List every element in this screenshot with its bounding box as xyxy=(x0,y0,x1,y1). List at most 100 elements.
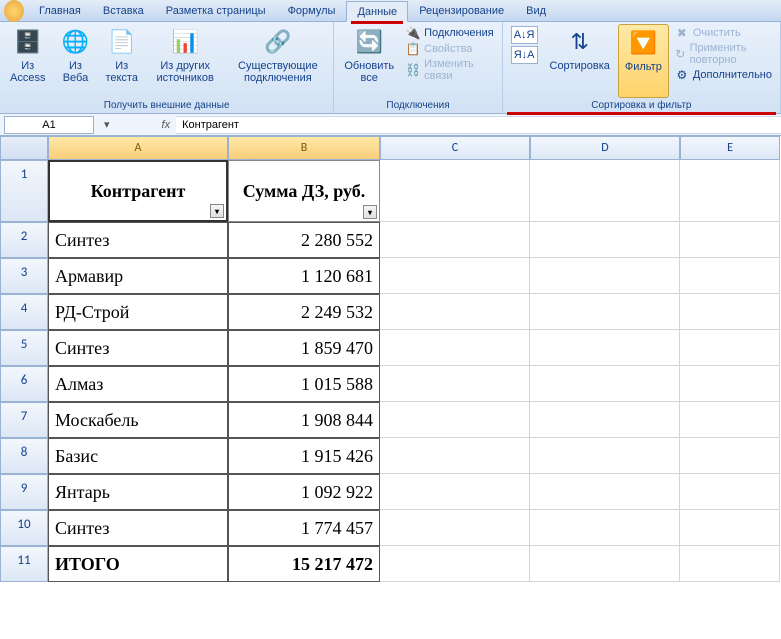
cell-b10[interactable]: 1 774 457 xyxy=(228,510,380,546)
connections-button[interactable]: 🔌Подключения xyxy=(406,26,494,40)
tab-pagelayout[interactable]: Разметка страницы xyxy=(155,0,277,21)
cell-e5[interactable] xyxy=(680,330,780,366)
cell-b4[interactable]: 2 249 532 xyxy=(228,294,380,330)
cell-d5[interactable] xyxy=(530,330,680,366)
cell-a5[interactable]: Синтез xyxy=(48,330,228,366)
office-button[interactable] xyxy=(4,0,24,22)
cell-b3[interactable]: 1 120 681 xyxy=(228,258,380,294)
row-head-9[interactable]: 9 xyxy=(0,474,48,510)
cell-e2[interactable] xyxy=(680,222,780,258)
row-head-10[interactable]: 10 xyxy=(0,510,48,546)
cell-e6[interactable] xyxy=(680,366,780,402)
cell-a8[interactable]: Базис xyxy=(48,438,228,474)
row-head-3[interactable]: 3 xyxy=(0,258,48,294)
col-head-c[interactable]: C xyxy=(380,136,530,160)
filter-button[interactable]: 🔽Фильтр xyxy=(618,24,669,98)
tab-view[interactable]: Вид xyxy=(515,0,557,21)
cell-d6[interactable] xyxy=(530,366,680,402)
filter-toggle-b[interactable]: ▾ xyxy=(363,205,377,219)
cell-d1[interactable] xyxy=(530,160,680,222)
cell-d8[interactable] xyxy=(530,438,680,474)
cell-b2[interactable]: 2 280 552 xyxy=(228,222,380,258)
cell-e11[interactable] xyxy=(680,546,780,582)
cell-e1[interactable] xyxy=(680,160,780,222)
cell-a10[interactable]: Синтез xyxy=(48,510,228,546)
cell-d2[interactable] xyxy=(530,222,680,258)
cell-e3[interactable] xyxy=(680,258,780,294)
cell-d10[interactable] xyxy=(530,510,680,546)
cell-d3[interactable] xyxy=(530,258,680,294)
col-head-b[interactable]: B xyxy=(228,136,380,160)
tab-data[interactable]: Данные xyxy=(346,1,408,22)
row-head-8[interactable]: 8 xyxy=(0,438,48,474)
advanced-filter-button[interactable]: ⚙Дополнительно xyxy=(675,68,772,82)
row-head-4[interactable]: 4 xyxy=(0,294,48,330)
cell-c9[interactable] xyxy=(380,474,530,510)
cell-b11[interactable]: 15 217 472 xyxy=(228,546,380,582)
formula-input[interactable]: Контрагент xyxy=(176,116,781,134)
col-head-d[interactable]: D xyxy=(530,136,680,160)
cell-c6[interactable] xyxy=(380,366,530,402)
cell-e8[interactable] xyxy=(680,438,780,474)
cell-e4[interactable] xyxy=(680,294,780,330)
cell-e7[interactable] xyxy=(680,402,780,438)
from-text-button[interactable]: 📄Из текста xyxy=(99,24,144,98)
filter-toggle-a[interactable]: ▾ xyxy=(210,204,224,218)
row-head-2[interactable]: 2 xyxy=(0,222,48,258)
row-head-1[interactable]: 1 xyxy=(0,160,48,222)
from-other-button[interactable]: 📊Из других источников xyxy=(146,24,224,98)
cell-d9[interactable] xyxy=(530,474,680,510)
select-all-box[interactable] xyxy=(0,136,48,160)
col-head-e[interactable]: E xyxy=(680,136,780,160)
cell-a2[interactable]: Синтез xyxy=(48,222,228,258)
cell-b7[interactable]: 1 908 844 xyxy=(228,402,380,438)
cell-c3[interactable] xyxy=(380,258,530,294)
cell-a7[interactable]: Москабель xyxy=(48,402,228,438)
cell-c10[interactable] xyxy=(380,510,530,546)
cell-c4[interactable] xyxy=(380,294,530,330)
name-box[interactable]: A1 xyxy=(4,116,94,134)
row-head-7[interactable]: 7 xyxy=(0,402,48,438)
cell-e9[interactable] xyxy=(680,474,780,510)
row-head-6[interactable]: 6 xyxy=(0,366,48,402)
col-head-a[interactable]: A xyxy=(48,136,228,160)
cell-c11[interactable] xyxy=(380,546,530,582)
existing-connections-button[interactable]: 🔗Существующие подключения xyxy=(226,24,329,98)
tab-home[interactable]: Главная xyxy=(28,0,92,21)
cell-a4[interactable]: РД-Строй xyxy=(48,294,228,330)
name-box-dropdown[interactable]: ▾ xyxy=(98,118,116,131)
tab-review[interactable]: Рецензирование xyxy=(408,0,515,21)
cell-d4[interactable] xyxy=(530,294,680,330)
cell-d7[interactable] xyxy=(530,402,680,438)
row-head-11[interactable]: 11 xyxy=(0,546,48,582)
cell-d11[interactable] xyxy=(530,546,680,582)
cell-a11[interactable]: ИТОГО xyxy=(48,546,228,582)
row-head-5[interactable]: 5 xyxy=(0,330,48,366)
cell-b5[interactable]: 1 859 470 xyxy=(228,330,380,366)
cell-c7[interactable] xyxy=(380,402,530,438)
cell-c2[interactable] xyxy=(380,222,530,258)
cell-b9[interactable]: 1 092 922 xyxy=(228,474,380,510)
cell-a6[interactable]: Алмаз xyxy=(48,366,228,402)
cell-a9[interactable]: Янтарь xyxy=(48,474,228,510)
sort-asc-button[interactable]: А↓Я xyxy=(511,26,538,44)
conn-icon: 🔌 xyxy=(406,26,420,40)
from-web-button[interactable]: 🌐Из Веба xyxy=(53,24,97,98)
tab-insert[interactable]: Вставка xyxy=(92,0,155,21)
cell-c1[interactable] xyxy=(380,160,530,222)
cell-b1[interactable]: Сумма ДЗ, руб.▾ xyxy=(228,160,380,222)
cell-b8[interactable]: 1 915 426 xyxy=(228,438,380,474)
from-access-button[interactable]: 🗄️Из Access xyxy=(4,24,51,98)
cell-c8[interactable] xyxy=(380,438,530,474)
refresh-all-button[interactable]: 🔄Обновить все xyxy=(338,24,400,98)
sort-desc-button[interactable]: Я↓А xyxy=(511,46,538,64)
clear-filter-button: ✖Очистить xyxy=(675,26,772,40)
cell-c5[interactable] xyxy=(380,330,530,366)
tab-formulas[interactable]: Формулы xyxy=(277,0,347,21)
sort-button[interactable]: ⇅Сортировка xyxy=(544,24,616,98)
cell-e10[interactable] xyxy=(680,510,780,546)
cell-b6[interactable]: 1 015 588 xyxy=(228,366,380,402)
fx-button[interactable]: fx xyxy=(156,119,177,131)
cell-a1[interactable]: Контрагент▾ xyxy=(48,160,228,222)
cell-a3[interactable]: Армавир xyxy=(48,258,228,294)
